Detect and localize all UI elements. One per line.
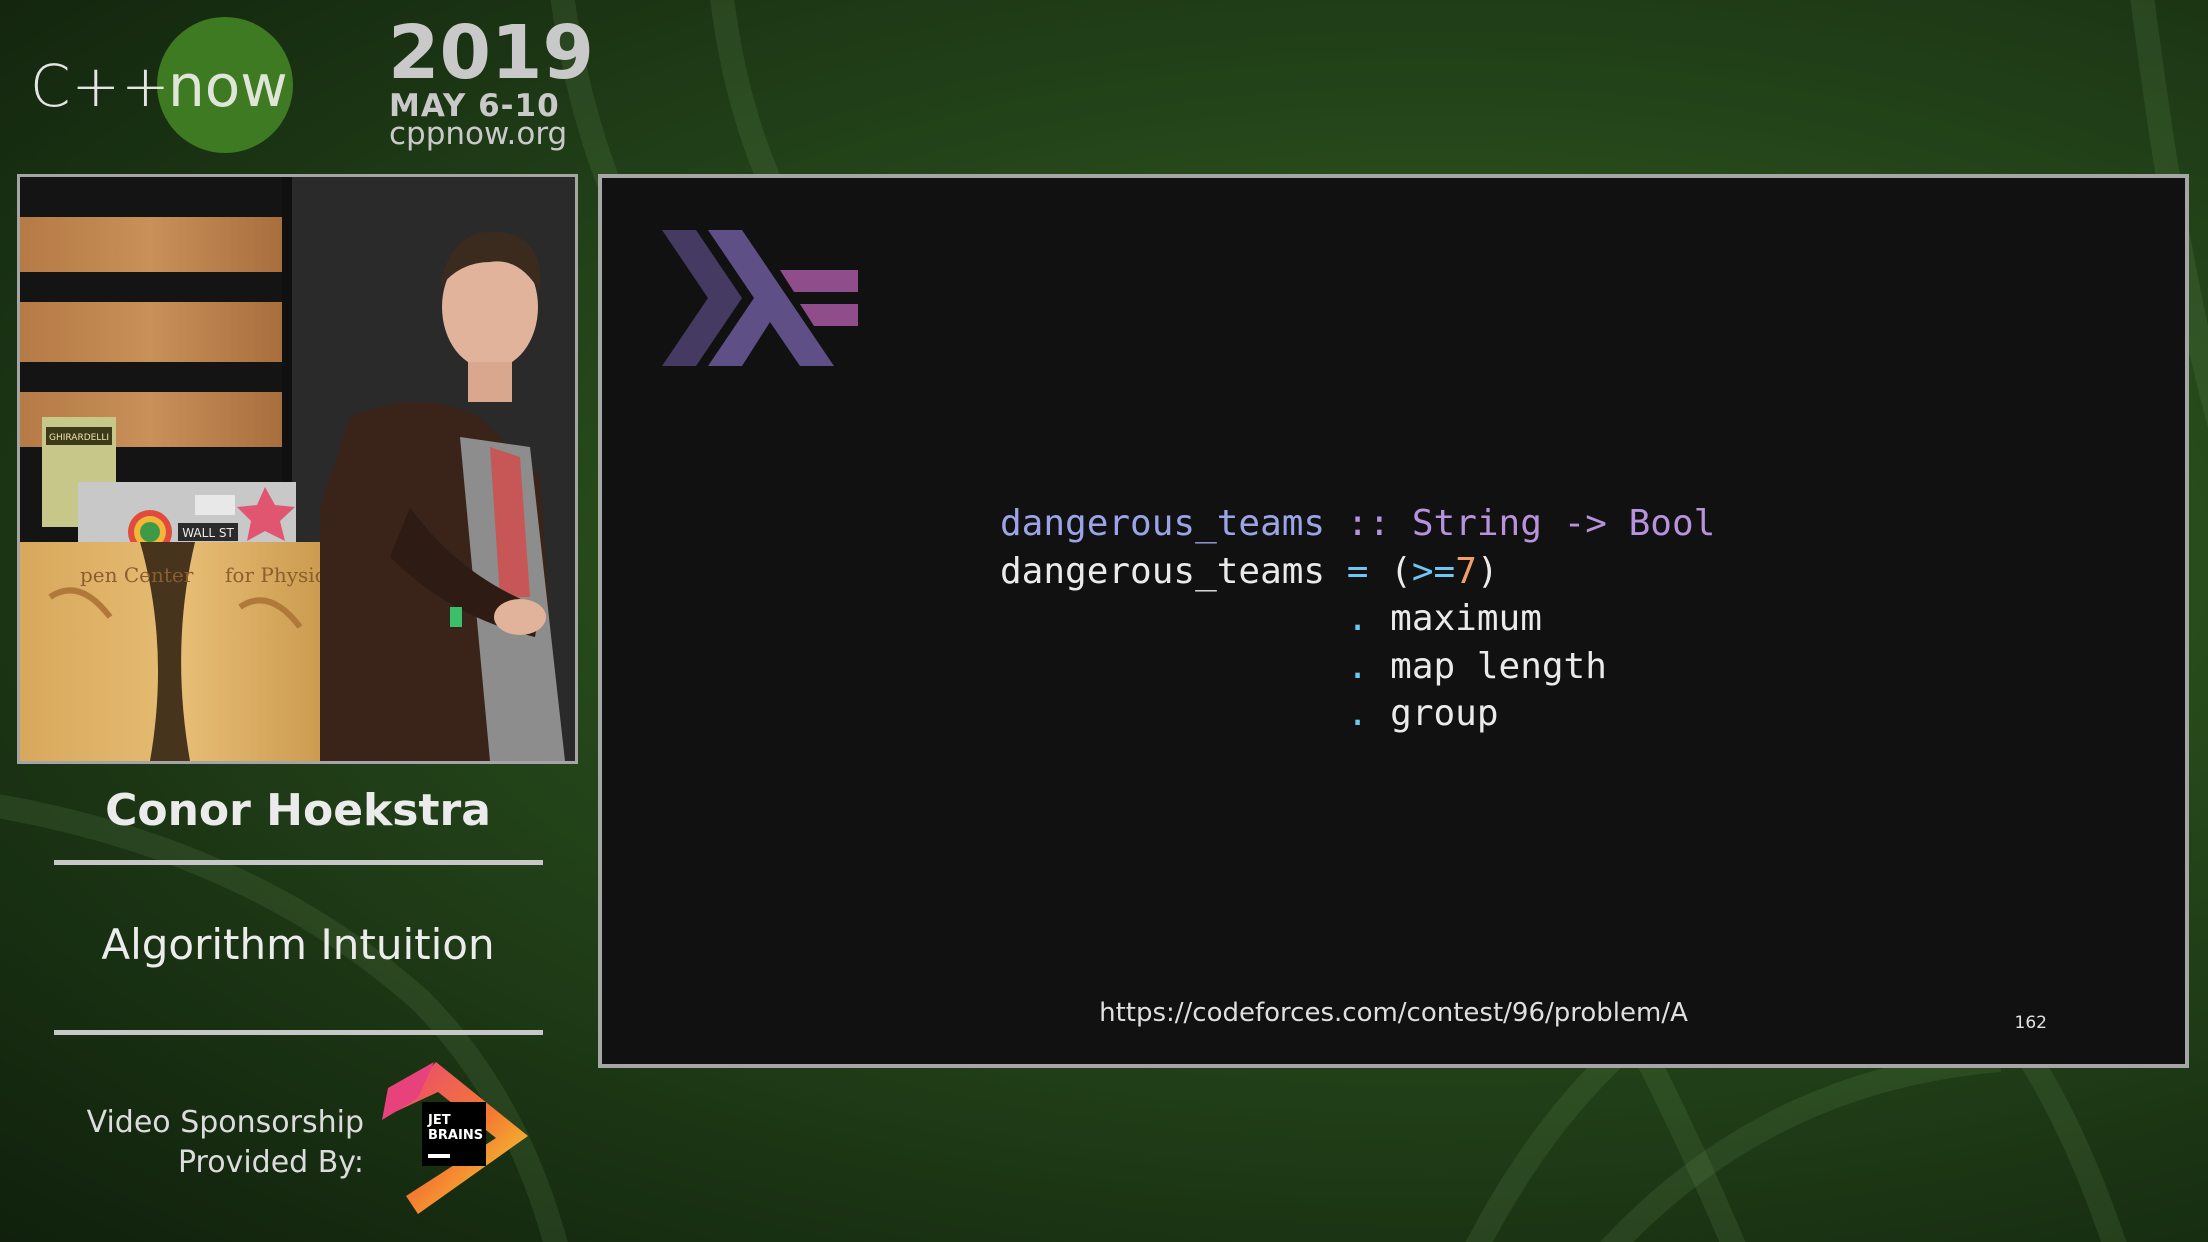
speaker-name: Conor Hoekstra: [105, 785, 491, 836]
code-type-sig-op: ::: [1346, 503, 1391, 544]
code-paren-open: (: [1390, 550, 1412, 592]
sponsor-line-1: Video Sponsorship: [86, 1105, 364, 1140]
code-equals: =: [1346, 550, 1369, 592]
speaker-video-image: GHIRARDELLI WALL ST pen Center for Physi…: [20, 177, 575, 761]
code-type-string: String: [1411, 503, 1542, 544]
speaker-video: GHIRARDELLI WALL ST pen Center for Physi…: [17, 174, 578, 764]
code-paren-close: ): [1476, 550, 1499, 592]
code-type-bool: Bool: [1628, 503, 1716, 544]
jetbrains-logo-icon: JET BRAINS: [382, 1062, 528, 1214]
box-label: GHIRARDELLI: [49, 433, 109, 443]
divider-top: [54, 860, 543, 865]
sponsor-text: Video Sponsorship Provided By:: [60, 1103, 364, 1183]
code-fn-name: dangerous_teams: [1000, 503, 1326, 544]
code-maximum: maximum: [1390, 598, 1542, 639]
code-compose-dot: .: [1346, 693, 1369, 734]
conference-website: cppnow.org: [389, 116, 568, 152]
podium-text-left: pen Center: [80, 563, 194, 587]
code-fn-def: dangerous_teams: [1000, 550, 1326, 592]
problem-url: https://codeforces.com/contest/96/proble…: [1099, 998, 1688, 1028]
podium-text-right: for Physics: [225, 563, 336, 587]
code-arrow: ->: [1563, 503, 1607, 544]
jetbrains-text-1: JET: [427, 1113, 451, 1128]
code-ge-op: >=: [1411, 550, 1456, 592]
code-compose-dot: .: [1346, 598, 1369, 639]
code-group: group: [1390, 693, 1499, 734]
divider-bottom: [54, 1030, 543, 1035]
talk-title: Algorithm Intuition: [101, 920, 495, 969]
slide-page-number: 162: [2014, 1013, 2047, 1033]
logo-now-text: now: [168, 52, 288, 120]
code-compose-dot: .: [1346, 645, 1369, 687]
haskell-logo-icon: [662, 230, 858, 366]
sponsor-line-2: Provided By:: [177, 1145, 364, 1180]
code-map-length: map length: [1390, 645, 1607, 687]
presentation-slide: dangerous_teams :: String -> Bool danger…: [598, 174, 2189, 1068]
sticker-text: WALL ST: [182, 526, 234, 540]
conference-year: 2019: [388, 10, 594, 96]
logo-cpp-text: C++: [30, 52, 171, 120]
jetbrains-text-2: BRAINS: [428, 1128, 483, 1143]
code-block: dangerous_teams :: String -> Bool danger…: [1000, 500, 1715, 738]
code-number: 7: [1455, 550, 1477, 592]
